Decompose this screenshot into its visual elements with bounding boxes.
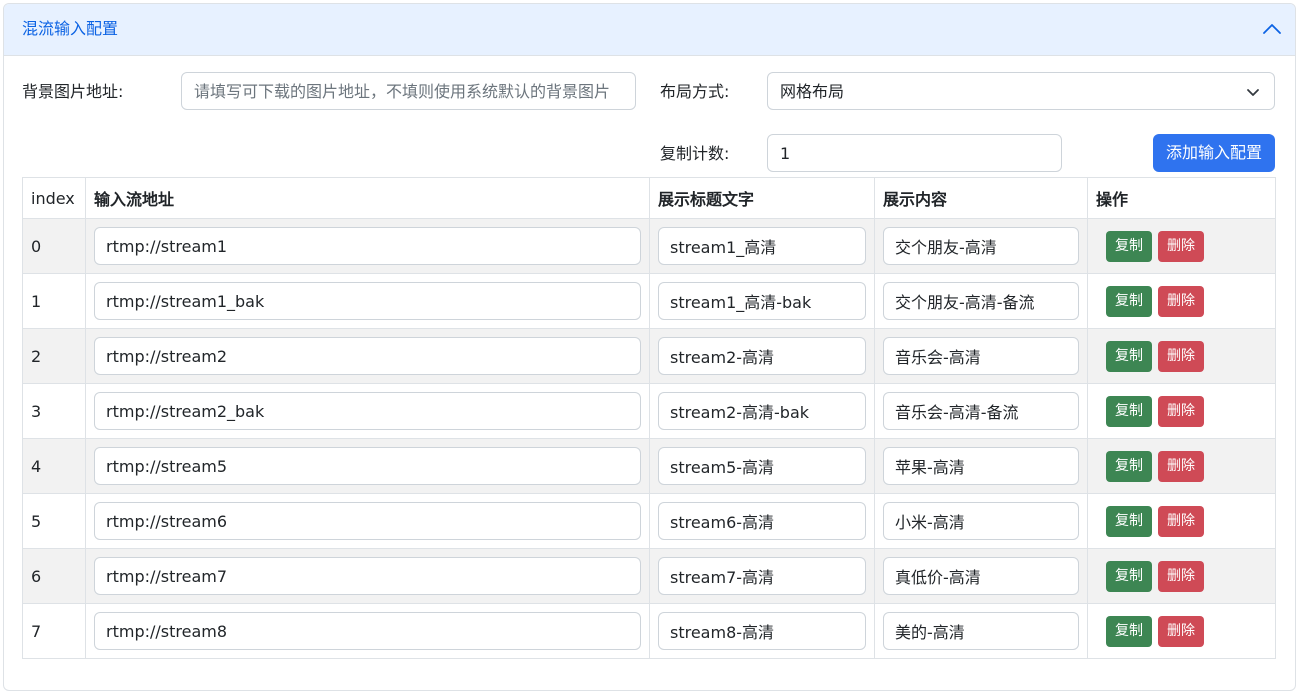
row-index: 0 (22, 218, 86, 274)
table-row: 4 复制删除 (22, 438, 1276, 494)
delete-button[interactable]: 删除 (1158, 230, 1204, 262)
stream-url-input[interactable] (94, 447, 641, 485)
table-row: 7 复制删除 (22, 603, 1276, 659)
chevron-down-icon (1247, 89, 1259, 96)
mix-input-config-card: 混流输入配置 背景图片地址: 布局方式: 网格布局 复制计数: 添加输入配置 i… (3, 3, 1296, 691)
table-row: 2 复制删除 (22, 328, 1276, 384)
row-index: 5 (22, 493, 86, 549)
layout-select-value: 网格布局 (780, 82, 845, 101)
display-title-input[interactable] (658, 227, 866, 265)
stream-url-input[interactable] (94, 227, 641, 265)
display-content-input[interactable] (883, 282, 1079, 320)
table-row: 5 复制删除 (22, 493, 1276, 549)
display-title-input[interactable] (658, 557, 866, 595)
collapse-button[interactable] (1259, 16, 1285, 42)
delete-button[interactable]: 删除 (1158, 505, 1204, 537)
display-title-input[interactable] (658, 502, 866, 540)
copy-button[interactable]: 复制 (1106, 450, 1152, 482)
copy-button[interactable]: 复制 (1106, 560, 1152, 592)
stream-url-input[interactable] (94, 502, 641, 540)
delete-button[interactable]: 删除 (1158, 615, 1204, 647)
delete-button[interactable]: 删除 (1158, 285, 1204, 317)
copy-button[interactable]: 复制 (1106, 230, 1152, 262)
display-content-input[interactable] (883, 612, 1079, 650)
display-content-input[interactable] (883, 227, 1079, 265)
row-index: 7 (22, 603, 86, 659)
chevron-up-icon (1263, 24, 1281, 34)
table-row: 0 复制删除 (22, 218, 1276, 274)
table-row: 3 复制删除 (22, 383, 1276, 439)
copy-button[interactable]: 复制 (1106, 395, 1152, 427)
layout-label: 布局方式: (660, 82, 730, 101)
display-content-input[interactable] (883, 447, 1079, 485)
display-content-input[interactable] (883, 392, 1079, 430)
display-content-input[interactable] (883, 502, 1079, 540)
display-content-input[interactable] (883, 557, 1079, 595)
row-index: 2 (22, 328, 86, 384)
stream-url-input[interactable] (94, 282, 641, 320)
header-actions: 操作 (1087, 177, 1276, 219)
row-index: 3 (22, 383, 86, 439)
bg-image-input[interactable] (181, 72, 636, 110)
header-display-title: 展示标题文字 (649, 177, 875, 219)
display-title-input[interactable] (658, 282, 866, 320)
card-title: 混流输入配置 (22, 19, 119, 38)
display-title-input[interactable] (658, 612, 866, 650)
delete-button[interactable]: 删除 (1158, 340, 1204, 372)
delete-button[interactable]: 删除 (1158, 450, 1204, 482)
copy-button[interactable]: 复制 (1106, 285, 1152, 317)
row-index: 1 (22, 273, 86, 329)
copy-button[interactable]: 复制 (1106, 615, 1152, 647)
card-header[interactable]: 混流输入配置 (4, 4, 1295, 56)
row-index: 4 (22, 438, 86, 494)
table-row: 6 复制删除 (22, 548, 1276, 604)
stream-url-input[interactable] (94, 612, 641, 650)
stream-url-input[interactable] (94, 557, 641, 595)
table-row: 1 复制删除 (22, 273, 1276, 329)
add-input-config-button[interactable]: 添加输入配置 (1153, 134, 1275, 172)
stream-url-input[interactable] (94, 392, 641, 430)
copy-count-label: 复制计数: (660, 144, 730, 163)
row-index: 6 (22, 548, 86, 604)
copy-button[interactable]: 复制 (1106, 340, 1152, 372)
table-header-row: index 输入流地址 展示标题文字 展示内容 操作 (22, 177, 1276, 219)
delete-button[interactable]: 删除 (1158, 395, 1204, 427)
header-display-content: 展示内容 (874, 177, 1088, 219)
input-config-table: index 输入流地址 展示标题文字 展示内容 操作 0 复制删除 1 (22, 177, 1276, 659)
header-index: index (22, 177, 86, 219)
layout-select[interactable]: 网格布局 (767, 72, 1275, 110)
stream-url-input[interactable] (94, 337, 641, 375)
header-input-url: 输入流地址 (85, 177, 650, 219)
display-title-input[interactable] (658, 447, 866, 485)
copy-button[interactable]: 复制 (1106, 505, 1152, 537)
display-title-input[interactable] (658, 392, 866, 430)
display-title-input[interactable] (658, 337, 866, 375)
delete-button[interactable]: 删除 (1158, 560, 1204, 592)
display-content-input[interactable] (883, 337, 1079, 375)
bg-image-label: 背景图片地址: (22, 82, 124, 101)
copy-count-input[interactable] (767, 134, 1062, 172)
